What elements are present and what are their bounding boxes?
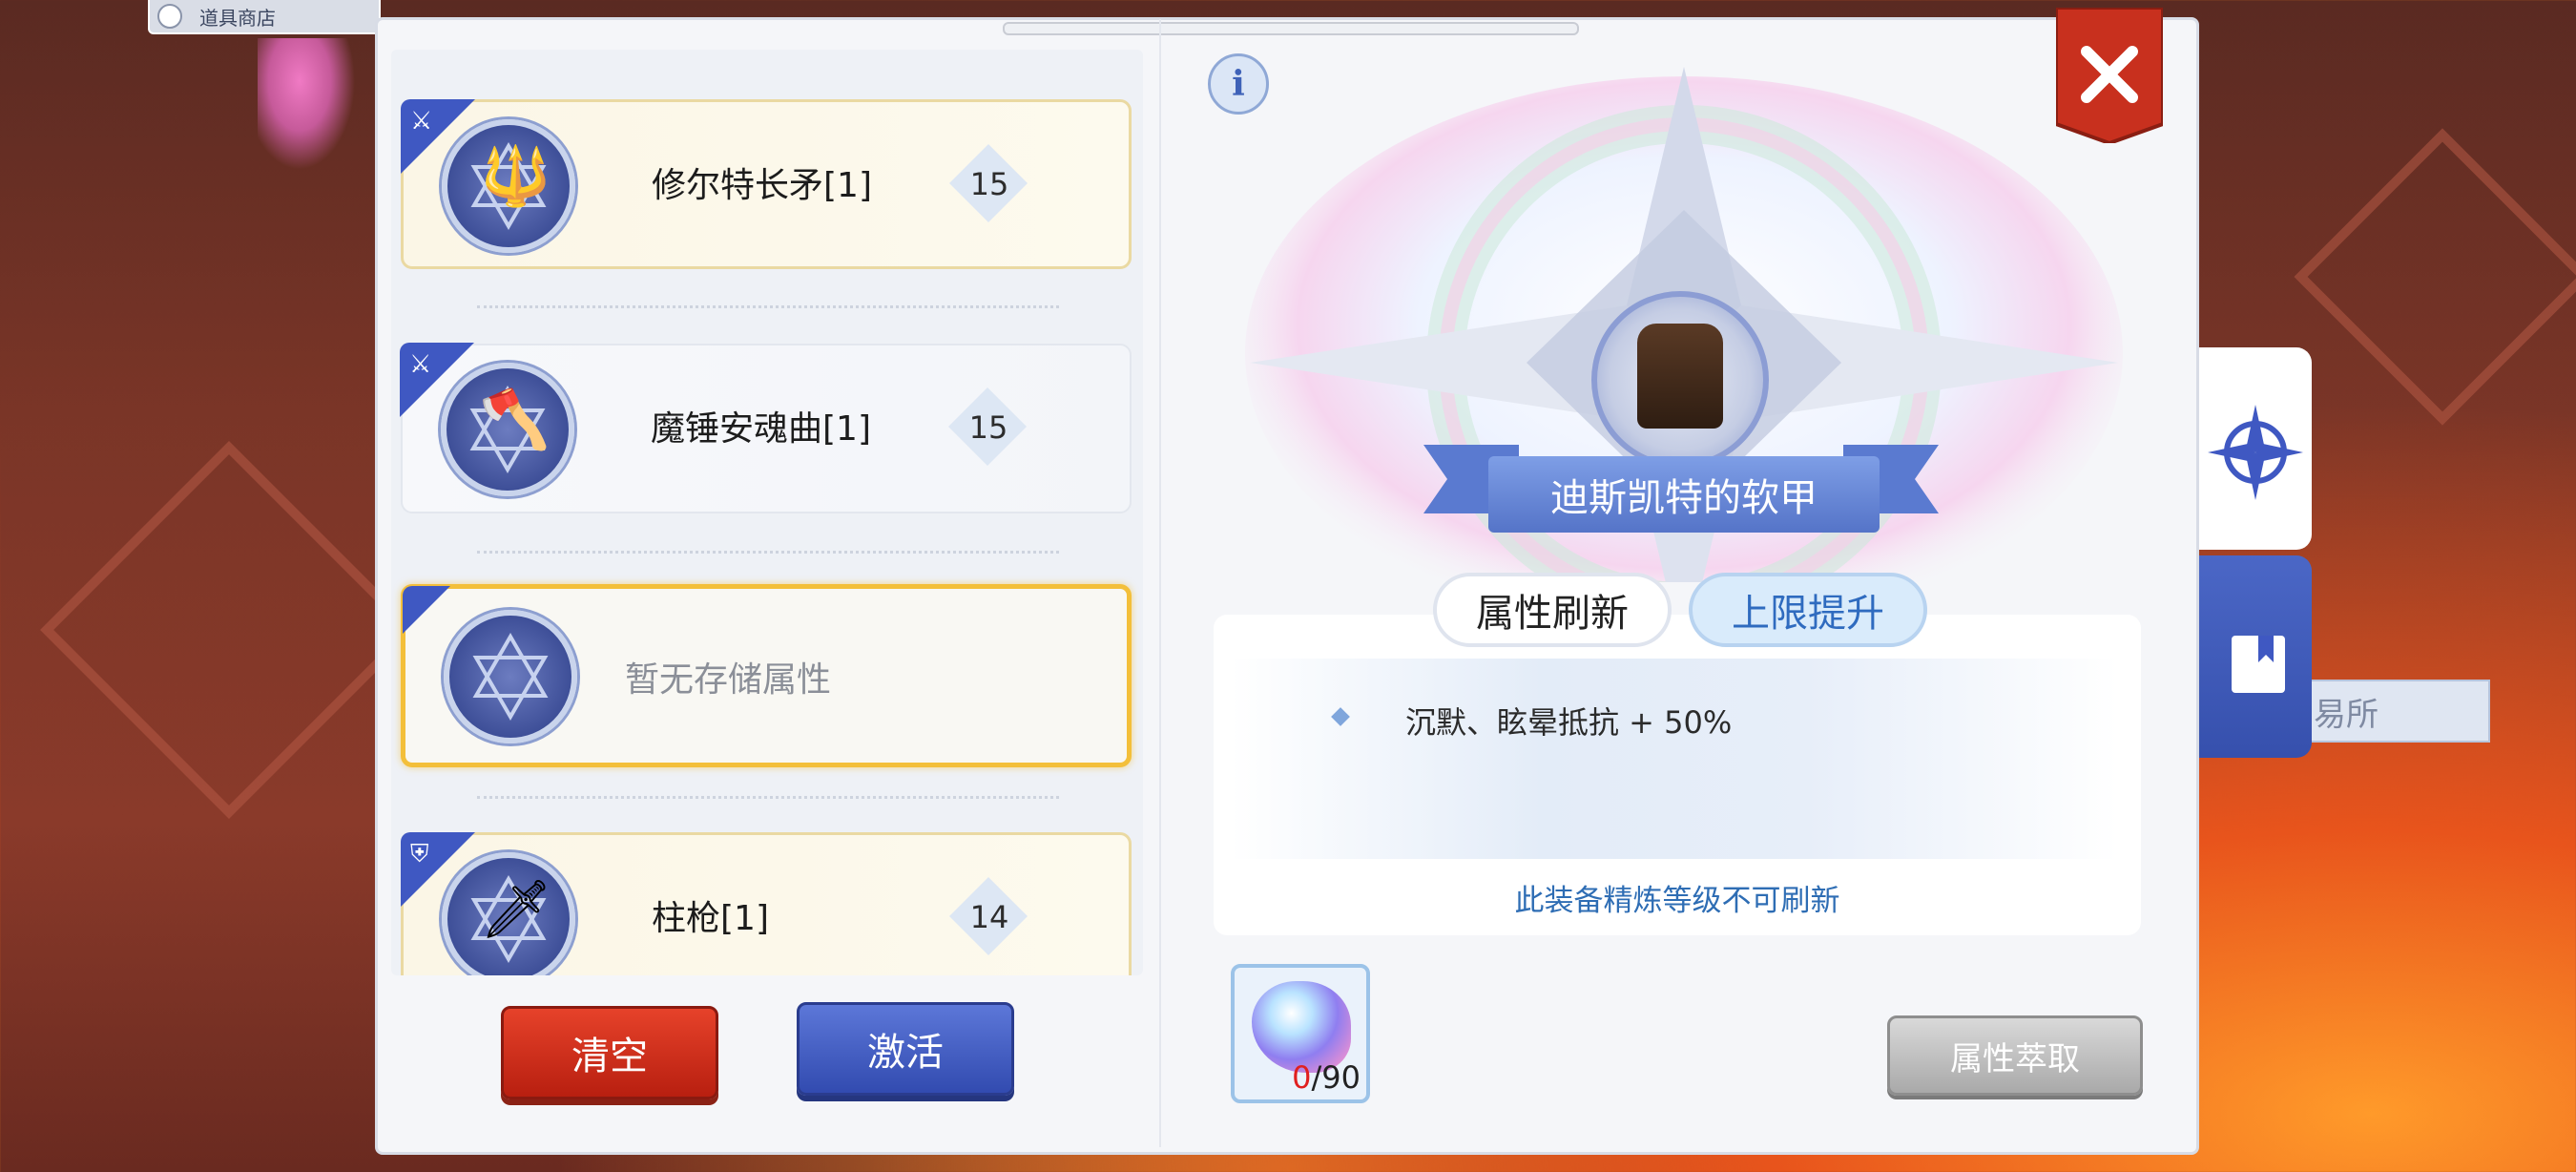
list-item-selected[interactable]: 暂无存储属性 — [401, 584, 1132, 767]
item-slot: 🪓 — [441, 363, 574, 496]
axe-icon: 🪓 — [479, 387, 551, 453]
player-character — [258, 38, 363, 181]
attribute-list[interactable]: ⚔ 🔱 修尔特长矛[1] 15 ⚔ 🪓 魔锤安魂曲[1] 15 暂无存储属性 ⛨… — [391, 50, 1143, 975]
value-badge: 14 — [948, 876, 1028, 956]
book-icon — [2232, 636, 2285, 693]
spear-icon: 🔱 — [480, 143, 551, 210]
item-name: 魔锤安魂曲[1] — [651, 409, 871, 449]
equipment-slot — [1591, 291, 1769, 469]
drag-handle[interactable] — [1003, 22, 1579, 35]
item-name: 修尔特长矛[1] — [652, 166, 872, 205]
list-item[interactable]: ⚔ 🪓 魔锤安魂曲[1] 15 — [400, 343, 1132, 513]
refine-note: 此装备精炼等级不可刷新 — [1514, 884, 1840, 918]
attribute-band — [1231, 659, 2118, 859]
compass-icon — [2208, 405, 2303, 500]
item-slot — [444, 610, 577, 743]
tab-limit-upgrade[interactable]: 上限提升 — [1689, 573, 1927, 647]
separator — [477, 305, 1059, 308]
shield-icon: ⛨ — [410, 840, 429, 869]
shop-tag[interactable]: 道具商店 — [148, 0, 381, 34]
material-slot[interactable]: 0/90 — [1231, 964, 1370, 1103]
item-name: 柱枪[1] — [652, 899, 769, 938]
attribute-text: 沉默、眩晕抵抗 + 50% — [1405, 704, 1733, 741]
sword-icon: ⚔ — [409, 350, 432, 379]
value-badge: 15 — [948, 143, 1028, 223]
sword-icon: ⚔ — [410, 107, 433, 136]
sword-icon: 🗡 — [480, 876, 553, 943]
shop-label: 道具商店 — [199, 6, 276, 30]
item-slot: 🗡 — [442, 852, 575, 975]
armor-icon — [1637, 324, 1723, 429]
value-badge: 15 — [947, 387, 1028, 467]
equipment-name: 迪斯凯特的软甲 — [1488, 456, 1880, 533]
floor-pattern — [2294, 128, 2576, 426]
item-slot: 🔱 — [442, 119, 575, 253]
empty-label: 暂无存储属性 — [625, 660, 832, 700]
separator — [477, 551, 1059, 554]
extract-button[interactable]: 属性萃取 — [1887, 1015, 2143, 1096]
material-count: 0/90 — [1292, 1059, 1361, 1096]
category-badge — [403, 586, 450, 634]
bag-icon — [157, 4, 182, 29]
panel-divider — [1159, 19, 1161, 1147]
separator — [477, 796, 1059, 799]
side-tab-compass[interactable] — [2199, 347, 2312, 550]
hexagram-icon — [472, 633, 549, 721]
activate-button[interactable]: 激活 — [797, 1002, 1014, 1096]
list-item[interactable]: ⚔ 🔱 修尔特长矛[1] 15 — [401, 99, 1132, 269]
side-tab-book[interactable] — [2199, 555, 2312, 758]
tab-attribute-refresh[interactable]: 属性刷新 — [1433, 573, 1672, 647]
floor-pattern — [40, 441, 418, 819]
exchange-label[interactable]: 易所 — [2304, 680, 2490, 743]
list-item[interactable]: ⛨ 🗡 柱枪[1] 14 — [401, 832, 1132, 975]
clear-button[interactable]: 清空 — [501, 1006, 718, 1099]
